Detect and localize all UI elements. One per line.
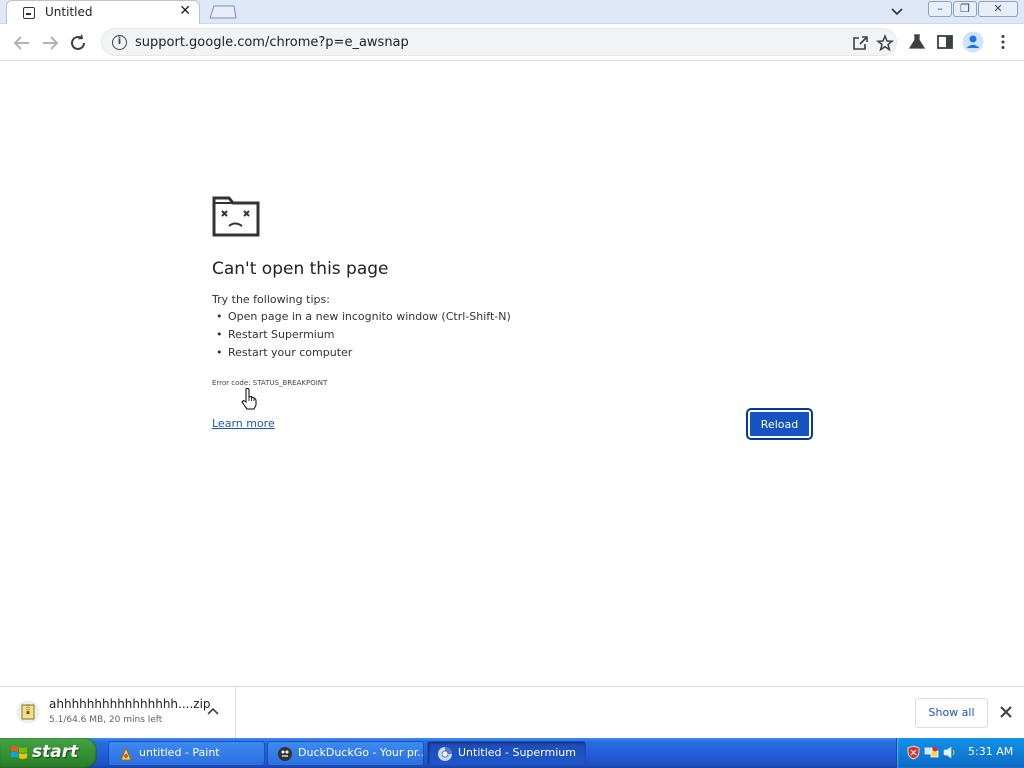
supermium-icon [438, 747, 452, 761]
taskbar: start untitled - Paint DuckDuckGo - Your… [0, 738, 1024, 768]
close-window-button[interactable]: ✕ [978, 1, 1018, 17]
tip-item: Open page in a new incognito window (Ctr… [216, 310, 511, 328]
hand-cursor-icon [241, 388, 257, 410]
tips-intro: Try the following tips: [212, 293, 330, 306]
network-icon[interactable] [924, 745, 939, 760]
labs-flask-icon[interactable] [908, 33, 926, 51]
browser-toolbar: i support.google.com/chrome?p=e_awsnap [0, 24, 1024, 61]
restore-button[interactable]: ❐ [953, 1, 977, 17]
tab-strip: Untitled ✕ – ❐ ✕ [0, 0, 1024, 24]
new-tab-button[interactable] [208, 5, 238, 19]
reload-icon[interactable] [67, 32, 89, 54]
profile-avatar-icon[interactable] [962, 31, 984, 53]
tab-search-chevron-icon[interactable] [889, 2, 905, 20]
error-code: Error code: STATUS_BREAKPOINT [212, 379, 328, 387]
paint-icon [120, 746, 132, 761]
minimize-button[interactable]: – [928, 1, 952, 17]
address-url[interactable]: support.google.com/chrome?p=e_awsnap [135, 35, 409, 50]
learn-more-link[interactable]: Learn more [212, 417, 275, 430]
download-file-name: ahhhhhhhhhhhhhhhh....zip [49, 697, 211, 711]
duckduckgo-icon [278, 747, 292, 761]
volume-icon[interactable] [942, 745, 957, 760]
start-button[interactable]: start [0, 738, 97, 768]
taskbar-item-label: untitled - Paint [139, 746, 220, 759]
sad-page-favicon-icon [23, 7, 35, 19]
download-status: 5.1/64.6 MB, 20 mins left [49, 715, 163, 725]
security-shield-icon[interactable] [906, 745, 921, 760]
error-title: Can't open this page [212, 259, 389, 279]
clock: 5:31 AM [968, 745, 1014, 758]
forward-arrow-icon[interactable] [39, 32, 61, 54]
taskbar-item-supermium[interactable]: Untitled - Supermium [427, 741, 586, 766]
taskbar-item-duckduckgo[interactable]: DuckDuckGo - Your pr... [267, 741, 424, 766]
back-arrow-icon[interactable] [11, 32, 33, 54]
download-item[interactable]: ahhhhhhhhhhhhhhhh....zip 5.1/64.6 MB, 20… [0, 687, 236, 739]
sad-tab-icon [212, 196, 260, 237]
close-icon[interactable] [998, 704, 1014, 720]
site-info-icon[interactable]: i [112, 35, 127, 50]
chevron-up-icon[interactable] [206, 705, 220, 719]
system-tray: 5:31 AM [896, 738, 1024, 768]
bookmark-star-icon[interactable] [876, 34, 894, 52]
tip-item: Restart Supermium [216, 328, 511, 346]
windows-logo-icon [11, 746, 27, 759]
tips-list: Open page in a new incognito window (Ctr… [216, 310, 511, 364]
taskbar-item-label: Untitled - Supermium [458, 746, 576, 759]
menu-kebab-icon[interactable] [994, 33, 1012, 51]
tab-close-icon[interactable]: ✕ [179, 3, 191, 19]
address-bar[interactable]: i support.google.com/chrome?p=e_awsnap [101, 28, 897, 56]
reload-button[interactable]: Reload [747, 409, 812, 439]
tip-item: Restart your computer [216, 346, 511, 364]
share-icon[interactable] [851, 34, 869, 52]
tab-untitled[interactable]: Untitled ✕ [6, 0, 200, 24]
show-all-button[interactable]: Show all [915, 698, 988, 728]
zip-file-icon [16, 700, 40, 724]
taskbar-item-label: DuckDuckGo - Your pr... [298, 746, 424, 759]
download-shelf: ahhhhhhhhhhhhhhhh....zip 5.1/64.6 MB, 20… [0, 686, 1024, 739]
side-panel-icon[interactable] [936, 33, 954, 51]
taskbar-item-paint[interactable]: untitled - Paint [108, 741, 265, 766]
tab-title: Untitled [45, 5, 93, 19]
start-label: start [32, 742, 79, 762]
